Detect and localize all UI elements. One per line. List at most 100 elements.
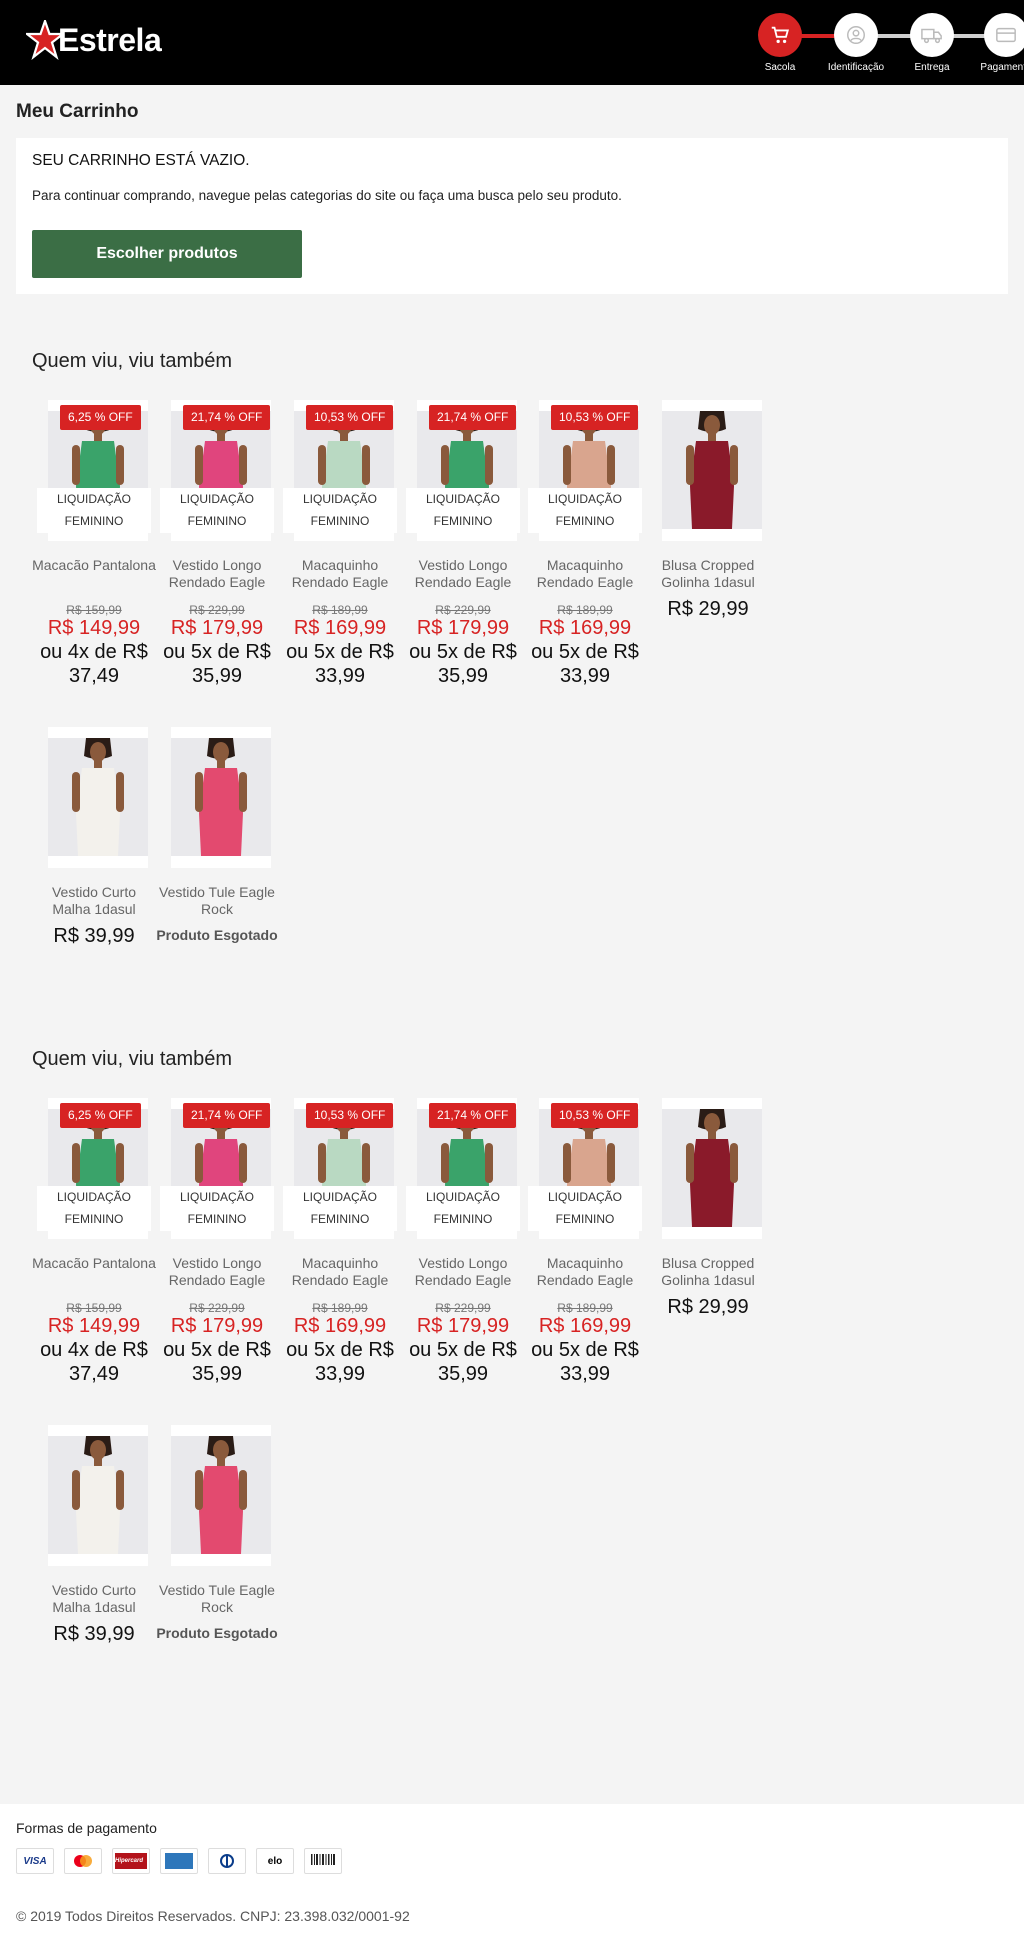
- product-name[interactable]: Vestido Tule Eagle Rock: [155, 1582, 279, 1616]
- old-price: R$ 229,99: [435, 1301, 491, 1315]
- product-name[interactable]: Blusa Cropped Golinha 1dasul: [646, 1255, 770, 1289]
- step-label: Entrega: [914, 62, 950, 73]
- product-image[interactable]: [171, 727, 271, 868]
- product-name[interactable]: Vestido Longo Rendado Eagle: [155, 557, 279, 591]
- product-name[interactable]: Macaquinho Rendado Eagle: [523, 557, 647, 591]
- product-name[interactable]: Vestido Longo Rendado Eagle: [401, 557, 525, 591]
- amex-icon: [160, 1848, 198, 1874]
- truck-icon: [910, 13, 954, 57]
- mastercard-icon: [64, 1848, 102, 1874]
- discount-badge: 21,74 % OFF: [183, 1103, 271, 1128]
- payment-methods-list: VISA Hipercard elo: [16, 1848, 342, 1874]
- sale-price: R$ 149,99: [47, 1315, 141, 1337]
- sale-price: R$ 169,99: [538, 1315, 632, 1337]
- installment-price: ou 5x de R$ 33,99: [286, 641, 394, 687]
- discount-badge: 6,25 % OFF: [60, 1103, 141, 1128]
- old-price: R$ 159,99: [66, 603, 122, 617]
- sale-price: R$ 169,99: [538, 617, 632, 639]
- site-header: Estrela Sacola Identificação Entrega Pag…: [0, 0, 1024, 85]
- checkout-steps: Sacola Identificação Entrega Pagamento: [742, 13, 1024, 75]
- product-image[interactable]: [662, 400, 762, 541]
- installment-price: ou 5x de R$ 33,99: [286, 1339, 394, 1385]
- category-tag: LIQUIDAÇÃO FEMININO: [37, 488, 151, 533]
- discount-badge: 6,25 % OFF: [60, 405, 141, 430]
- site-footer: Formas de pagamento VISA Hipercard elo ©…: [0, 1804, 1024, 1944]
- installment-price: ou 4x de R$ 37,49: [40, 641, 148, 687]
- category-tag: LIQUIDAÇÃO FEMININO: [528, 1186, 642, 1231]
- old-price: R$ 189,99: [312, 1301, 368, 1315]
- category-tag: LIQUIDAÇÃO FEMININO: [528, 488, 642, 533]
- boleto-icon: [304, 1848, 342, 1874]
- installment-price: ou 5x de R$ 35,99: [409, 1339, 517, 1385]
- product-name[interactable]: Macaquinho Rendado Eagle: [278, 557, 402, 591]
- installment-price: ou 5x de R$ 35,99: [163, 1339, 271, 1385]
- installment-price: ou 5x de R$ 35,99: [163, 641, 271, 687]
- sale-price: R$ 179,99: [416, 1315, 510, 1337]
- old-price: R$ 229,99: [189, 603, 245, 617]
- choose-products-button[interactable]: Escolher produtos: [32, 230, 302, 278]
- installment-price: ou 5x de R$ 33,99: [531, 641, 639, 687]
- elo-icon: elo: [256, 1848, 294, 1874]
- sale-price: R$ 169,99: [293, 617, 387, 639]
- sale-price: R$ 179,99: [170, 617, 264, 639]
- shelf-title: Quem viu, viu também: [32, 1048, 233, 1070]
- product-price: R$ 39,99: [53, 925, 135, 947]
- sale-price: R$ 179,99: [170, 1315, 264, 1337]
- sale-price: R$ 149,99: [47, 617, 141, 639]
- logo-text: Estrela: [58, 21, 162, 58]
- old-price: R$ 189,99: [557, 1301, 613, 1315]
- category-tag: LIQUIDAÇÃO FEMININO: [283, 1186, 397, 1231]
- installment-price: ou 5x de R$ 35,99: [409, 641, 517, 687]
- sold-out-label: Produto Esgotado: [156, 927, 278, 943]
- discount-badge: 21,74 % OFF: [429, 1103, 517, 1128]
- user-icon: [834, 13, 878, 57]
- step-identificacao[interactable]: Identificação: [818, 13, 894, 73]
- sale-price: R$ 179,99: [416, 617, 510, 639]
- step-label: Identificação: [827, 62, 885, 73]
- product-name[interactable]: Vestido Longo Rendado Eagle: [401, 1255, 525, 1289]
- step-entrega[interactable]: Entrega: [894, 13, 970, 73]
- payment-methods-title: Formas de pagamento: [16, 1820, 157, 1836]
- discount-badge: 21,74 % OFF: [183, 405, 271, 430]
- discount-badge: 10,53 % OFF: [306, 1103, 394, 1128]
- discount-badge: 10,53 % OFF: [306, 405, 394, 430]
- category-tag: LIQUIDAÇÃO FEMININO: [283, 488, 397, 533]
- estrela-logo[interactable]: Estrela: [26, 20, 162, 60]
- product-name[interactable]: Vestido Tule Eagle Rock: [155, 884, 279, 918]
- step-label: Sacola: [764, 62, 796, 73]
- product-name[interactable]: Vestido Curto Malha 1dasul: [32, 884, 156, 918]
- product-image[interactable]: [48, 727, 148, 868]
- product-image[interactable]: [662, 1098, 762, 1239]
- step-pagamento[interactable]: Pagamento: [968, 13, 1024, 73]
- cart-icon: [758, 13, 802, 57]
- diners-icon: [208, 1848, 246, 1874]
- step-label: Pagamento: [980, 62, 1024, 73]
- old-price: R$ 159,99: [66, 1301, 122, 1315]
- product-name[interactable]: Vestido Curto Malha 1dasul: [32, 1582, 156, 1616]
- product-image[interactable]: [48, 1425, 148, 1566]
- product-name[interactable]: Blusa Cropped Golinha 1dasul: [646, 557, 770, 591]
- discount-badge: 21,74 % OFF: [429, 405, 517, 430]
- product-price: R$ 29,99: [667, 1296, 749, 1318]
- credit-card-icon: [984, 13, 1024, 57]
- category-tag: LIQUIDAÇÃO FEMININO: [160, 488, 274, 533]
- discount-badge: 10,53 % OFF: [551, 1103, 639, 1128]
- product-name[interactable]: Macacão Pantalona: [32, 557, 156, 574]
- page-title: Meu Carrinho: [16, 101, 139, 122]
- category-tag: LIQUIDAÇÃO FEMININO: [406, 488, 520, 533]
- step-sacola[interactable]: Sacola: [742, 13, 818, 73]
- product-name[interactable]: Vestido Longo Rendado Eagle: [155, 1255, 279, 1289]
- old-price: R$ 189,99: [312, 603, 368, 617]
- product-name[interactable]: Macaquinho Rendado Eagle: [523, 1255, 647, 1289]
- installment-price: ou 5x de R$ 33,99: [531, 1339, 639, 1385]
- product-name[interactable]: Macaquinho Rendado Eagle: [278, 1255, 402, 1289]
- category-tag: LIQUIDAÇÃO FEMININO: [406, 1186, 520, 1231]
- installment-price: ou 4x de R$ 37,49: [40, 1339, 148, 1385]
- product-price: R$ 39,99: [53, 1623, 135, 1645]
- sale-price: R$ 169,99: [293, 1315, 387, 1337]
- product-image[interactable]: [171, 1425, 271, 1566]
- product-name[interactable]: Macacão Pantalona: [32, 1255, 156, 1272]
- category-tag: LIQUIDAÇÃO FEMININO: [37, 1186, 151, 1231]
- old-price: R$ 229,99: [435, 603, 491, 617]
- hipercard-icon: Hipercard: [112, 1848, 150, 1874]
